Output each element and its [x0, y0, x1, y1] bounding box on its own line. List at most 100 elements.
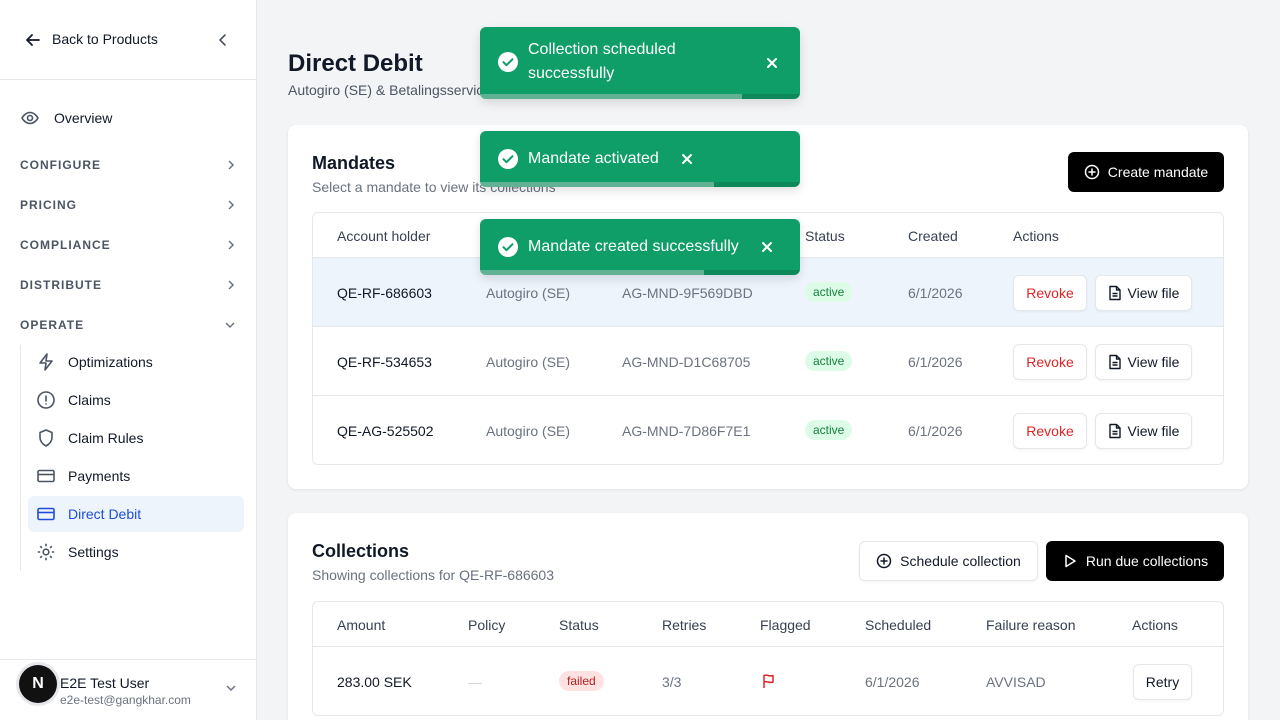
avatar: N [19, 665, 57, 703]
sidebar: Back to Products Overview CONFIGURE PRIC… [0, 0, 257, 720]
collections-table: Amount Policy Status Retries Flagged Sch… [312, 601, 1224, 716]
revoke-button[interactable]: Revoke [1013, 275, 1087, 311]
toast-mandate-activated: Mandate activated [480, 131, 800, 187]
section-operate[interactable]: OPERATE [20, 315, 236, 335]
chevron-right-icon [228, 200, 235, 210]
table-header: Amount Policy Status Retries Flagged Sch… [313, 602, 1223, 647]
page-subtitle: Autogiro (SE) & Betalingsservic [288, 82, 484, 98]
policy: — [468, 674, 482, 690]
create-mandate-button[interactable]: Create mandate [1068, 152, 1224, 192]
column-header: Created [908, 228, 958, 244]
user-email: e2e-test@gangkhar.com [60, 693, 191, 707]
chevron-right-icon [228, 160, 235, 170]
sidebar-item-overview[interactable]: Overview [20, 108, 112, 128]
toast-collection-scheduled: Collection scheduled successfully [480, 27, 800, 99]
mandate-ref: AG-MND-9F569DBD [622, 285, 753, 301]
user-menu[interactable]: N E2E Test User e2e-test@gangkhar.com [0, 659, 256, 720]
view-file-button[interactable]: View file [1095, 275, 1192, 311]
column-header: Amount [337, 617, 386, 633]
lightning-icon [39, 353, 53, 371]
account-holder: QE-AG-525502 [337, 423, 434, 439]
table-row[interactable]: QE-RF-534653 Autogiro (SE) AG-MND-D1C687… [313, 327, 1223, 396]
section-configure[interactable]: CONFIGURE [20, 155, 236, 175]
credit-card-icon [37, 507, 55, 521]
page-title: Direct Debit [288, 50, 423, 77]
column-header: Flagged [760, 617, 811, 633]
amount: 283.00 SEK [337, 674, 412, 690]
retry-button[interactable]: Retry [1133, 664, 1192, 700]
table-row[interactable]: QE-AG-525502 Autogiro (SE) AG-MND-7D86F7… [313, 396, 1223, 464]
section-label: PRICING [20, 198, 78, 212]
status-badge: failed [559, 671, 604, 691]
mandates-title: Mandates [312, 153, 396, 173]
item-label: Settings [68, 544, 119, 560]
column-header: Actions [1132, 617, 1178, 633]
sidebar-item-payments[interactable]: Payments [28, 458, 244, 494]
item-label: Optimizations [68, 354, 153, 370]
created-date: 6/1/2026 [908, 423, 963, 439]
collapse-sidebar-icon[interactable] [214, 31, 230, 49]
chevron-down-icon [225, 322, 235, 329]
column-header: Policy [468, 617, 506, 633]
plus-circle-icon [876, 553, 892, 569]
toast-progress [480, 270, 704, 275]
toast-message: Collection scheduled [528, 41, 676, 58]
item-label: Claim Rules [68, 430, 144, 446]
sidebar-item-claims[interactable]: Claims [28, 382, 244, 418]
user-name: E2E Test User [60, 675, 150, 691]
check-circle-icon [498, 149, 518, 169]
table-row[interactable]: 283.00 SEK — failed 3/3 6/1/2026 AVVISAD… [313, 647, 1223, 715]
status-badge: active [805, 351, 853, 371]
run-due-collections-button[interactable]: Run due collections [1046, 541, 1224, 581]
check-circle-icon [498, 52, 518, 72]
chevron-down-icon [226, 685, 236, 692]
view-file-button[interactable]: View file [1095, 413, 1192, 449]
section-label: OPERATE [20, 318, 85, 332]
revoke-button[interactable]: Revoke [1013, 344, 1087, 380]
section-pricing[interactable]: PRICING [20, 195, 236, 215]
scheduled-date: 6/1/2026 [865, 674, 920, 690]
toast-message: successfully [528, 65, 615, 82]
section-distribute[interactable]: DISTRIBUTE [20, 275, 236, 295]
back-to-products[interactable]: Back to Products [0, 0, 256, 80]
column-header: Actions [1013, 228, 1059, 244]
retries: 3/3 [662, 674, 682, 690]
sidebar-item-optimizations[interactable]: Optimizations [28, 344, 244, 380]
column-header: Status [559, 617, 599, 633]
created-date: 6/1/2026 [908, 354, 963, 370]
toast-mandate-created: Mandate created successfully [480, 219, 800, 275]
sidebar-item-direct-debit[interactable]: Direct Debit [28, 496, 244, 532]
button-label: Run due collections [1085, 553, 1209, 569]
operate-divider [20, 345, 21, 571]
sidebar-item-claim-rules[interactable]: Claim Rules [28, 420, 244, 456]
section-compliance[interactable]: COMPLIANCE [20, 235, 236, 255]
revoke-button[interactable]: Revoke [1013, 413, 1087, 449]
button-label: View file [1127, 354, 1180, 370]
column-header: Retries [662, 617, 707, 633]
status-badge: active [805, 420, 853, 440]
account-holder: QE-RF-686603 [337, 285, 432, 301]
file-icon [1108, 423, 1121, 439]
alert-circle-icon [37, 391, 55, 409]
flag-icon [763, 674, 774, 688]
collections-card: Collections Showing collections for QE-R… [288, 513, 1248, 720]
mandate-ref: AG-MND-7D86F7E1 [622, 423, 751, 439]
column-header: Failure reason [986, 617, 1076, 633]
close-icon[interactable] [765, 56, 779, 70]
chevron-right-icon [228, 240, 235, 250]
button-label: Schedule collection [900, 553, 1021, 569]
created-date: 6/1/2026 [908, 285, 963, 301]
scheme: Autogiro (SE) [486, 285, 571, 301]
close-icon[interactable] [760, 240, 774, 254]
close-icon[interactable] [680, 152, 694, 166]
mandate-ref: AG-MND-D1C68705 [622, 354, 751, 370]
file-icon [1108, 354, 1121, 370]
column-header: Account holder [337, 228, 431, 244]
back-label: Back to Products [52, 31, 158, 47]
chevron-right-icon [228, 280, 235, 290]
schedule-collection-button[interactable]: Schedule collection [859, 541, 1038, 581]
eye-icon [21, 111, 39, 125]
overview-label: Overview [54, 110, 113, 126]
sidebar-item-settings[interactable]: Settings [28, 534, 244, 570]
view-file-button[interactable]: View file [1095, 344, 1192, 380]
